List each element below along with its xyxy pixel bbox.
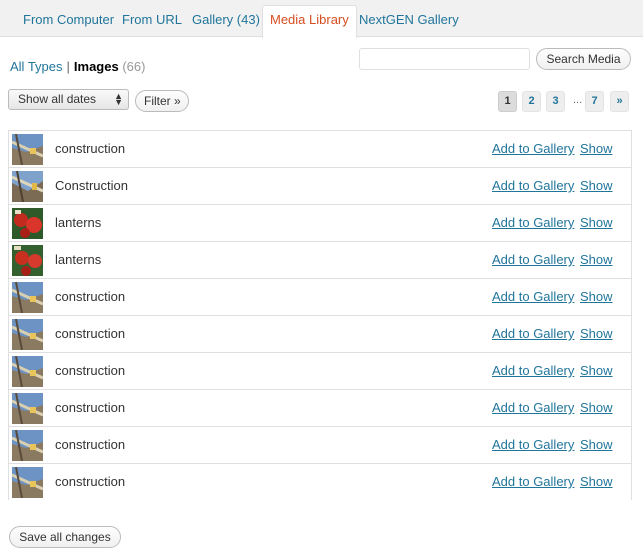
show-link[interactable]: Show: [580, 437, 613, 452]
show-link[interactable]: Show: [580, 326, 613, 341]
construction-thumbnail: [12, 134, 43, 165]
images-count: (66): [122, 59, 146, 74]
add-to-gallery-link[interactable]: Add to Gallery: [492, 400, 574, 415]
media-tab-bar: From Computer From URL Gallery (43) Medi…: [0, 0, 643, 38]
pagination-ellipsis: ...: [573, 94, 583, 106]
construction-thumbnail: [12, 467, 43, 498]
show-link[interactable]: Show: [580, 178, 613, 193]
tab-nextgen-gallery[interactable]: NextGEN Gallery: [351, 5, 467, 37]
media-item: construction Add to Gallery Show: [9, 316, 631, 353]
save-all-changes-button[interactable]: Save all changes: [9, 526, 121, 548]
page-7-link[interactable]: 7: [585, 91, 604, 112]
type-filter-links: All Types | Images (66): [10, 59, 145, 74]
page-1-current: 1: [498, 91, 517, 112]
tab-gallery[interactable]: Gallery (43): [184, 5, 268, 37]
add-to-gallery-link[interactable]: Add to Gallery: [492, 437, 574, 452]
tab-from-url[interactable]: From URL: [114, 5, 190, 37]
media-title: construction: [55, 474, 126, 489]
add-to-gallery-link[interactable]: Add to Gallery: [492, 215, 574, 230]
construction-thumbnail: [12, 171, 43, 202]
media-title: construction: [55, 141, 126, 156]
search-media-button[interactable]: Search Media: [536, 48, 631, 70]
show-link[interactable]: Show: [580, 215, 613, 230]
show-link[interactable]: Show: [580, 289, 613, 304]
date-filter-select[interactable]: Show all dates ▲ ▼: [8, 89, 129, 110]
filter-separator: |: [66, 59, 70, 74]
construction-thumbnail: [12, 430, 43, 461]
add-to-gallery-link[interactable]: Add to Gallery: [492, 141, 574, 156]
add-to-gallery-link[interactable]: Add to Gallery: [492, 252, 574, 267]
construction-thumbnail: [12, 356, 43, 387]
page-3-link[interactable]: 3: [546, 91, 565, 112]
media-title: construction: [55, 363, 126, 378]
filter-button[interactable]: Filter »: [135, 90, 189, 112]
date-filter-value: Show all dates: [18, 92, 97, 106]
add-to-gallery-link[interactable]: Add to Gallery: [492, 363, 574, 378]
media-title: lanterns: [55, 252, 102, 267]
media-title: construction: [55, 437, 126, 452]
media-title: construction: [55, 326, 126, 341]
construction-thumbnail: [12, 319, 43, 350]
lanterns-thumbnail: [12, 208, 43, 239]
construction-thumbnail: [12, 282, 43, 313]
media-item: lanterns Add to Gallery Show: [9, 205, 631, 242]
media-item: Construction Add to Gallery Show: [9, 168, 631, 205]
page-2-link[interactable]: 2: [522, 91, 541, 112]
all-types-link[interactable]: All Types: [10, 59, 63, 74]
media-item: construction Add to Gallery Show: [9, 131, 631, 168]
media-item: construction Add to Gallery Show: [9, 464, 631, 501]
tab-media-library[interactable]: Media Library: [262, 5, 357, 38]
tab-from-computer[interactable]: From Computer: [15, 5, 122, 37]
media-title: lanterns: [55, 215, 102, 230]
next-page-link[interactable]: »: [610, 91, 629, 112]
media-title: construction: [55, 400, 126, 415]
media-item: construction Add to Gallery Show: [9, 390, 631, 427]
add-to-gallery-link[interactable]: Add to Gallery: [492, 474, 574, 489]
show-link[interactable]: Show: [580, 252, 613, 267]
add-to-gallery-link[interactable]: Add to Gallery: [492, 326, 574, 341]
media-item: construction Add to Gallery Show: [9, 353, 631, 390]
media-title: Construction: [55, 178, 128, 193]
media-item: construction Add to Gallery Show: [9, 427, 631, 464]
images-filter-current[interactable]: Images: [74, 59, 119, 74]
show-link[interactable]: Show: [580, 141, 613, 156]
media-title: construction: [55, 289, 126, 304]
add-to-gallery-link[interactable]: Add to Gallery: [492, 178, 574, 193]
show-link[interactable]: Show: [580, 474, 613, 489]
media-item: lanterns Add to Gallery Show: [9, 242, 631, 279]
search-media-input[interactable]: [359, 48, 530, 70]
show-link[interactable]: Show: [580, 400, 613, 415]
construction-thumbnail: [12, 393, 43, 424]
lanterns-thumbnail: [12, 245, 43, 276]
media-items-list: construction Add to Gallery Show Constru…: [8, 130, 632, 501]
add-to-gallery-link[interactable]: Add to Gallery: [492, 289, 574, 304]
show-link[interactable]: Show: [580, 363, 613, 378]
select-arrows-icon: ▲ ▼: [114, 91, 123, 107]
media-item: construction Add to Gallery Show: [9, 279, 631, 316]
